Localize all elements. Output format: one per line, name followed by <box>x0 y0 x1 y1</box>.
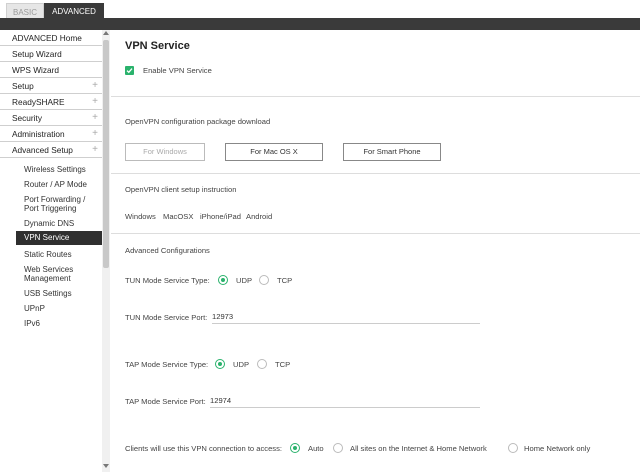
top-bar <box>0 18 640 30</box>
tap-port-input[interactable] <box>210 394 480 408</box>
tap-udp-label: UDP <box>233 360 250 369</box>
expand-icon: + <box>92 128 98 139</box>
tun-tcp-label: TCP <box>277 276 293 285</box>
sidebar-subitem-web-services[interactable]: Web Services <box>16 265 102 274</box>
sidebar-item-readyshare[interactable]: ReadySHARE + <box>0 94 103 110</box>
divider <box>111 233 640 234</box>
sidebar-item-administration[interactable]: Administration + <box>0 126 103 142</box>
page-title: VPN Service <box>125 40 190 52</box>
advanced-configurations-heading: Advanced Configurations <box>125 246 210 255</box>
for-mac-button[interactable]: For Mac OS X <box>225 143 323 161</box>
sidebar-subitem-upnp[interactable]: UPnP <box>16 304 102 313</box>
access-home-only-label: Home Network only <box>524 444 591 453</box>
expand-icon: + <box>92 144 98 155</box>
enable-vpn-checkbox[interactable] <box>125 66 134 75</box>
access-all-sites-radio[interactable] <box>333 443 343 453</box>
link-android[interactable]: Android <box>246 212 272 221</box>
tap-tcp-radio[interactable] <box>257 359 267 369</box>
access-label: Clients will use this VPN connection to … <box>125 444 283 453</box>
scroll-down-arrow-icon[interactable] <box>103 464 109 468</box>
tap-tcp-label: TCP <box>275 360 291 369</box>
expand-icon: + <box>92 80 98 91</box>
sidebar-subitem-vpn-service[interactable]: VPN Service <box>16 231 102 245</box>
sidebar-item-advanced-home[interactable]: ADVANCED Home <box>0 30 103 46</box>
sidebar-item-setup-wizard[interactable]: Setup Wizard <box>0 46 103 62</box>
for-windows-button[interactable]: For Windows <box>125 143 205 161</box>
tun-port-label: TUN Mode Service Port: <box>125 313 208 322</box>
sidebar-item-wps-wizard[interactable]: WPS Wizard <box>0 62 103 78</box>
access-home-only-radio[interactable] <box>508 443 518 453</box>
link-windows[interactable]: Windows <box>125 212 156 221</box>
scroll-up-arrow-icon[interactable] <box>103 31 109 35</box>
link-iphone-ipad[interactable]: iPhone/iPad <box>200 212 241 221</box>
tun-tcp-radio[interactable] <box>259 275 269 285</box>
sidebar-subitem-wireless-settings[interactable]: Wireless Settings <box>16 165 102 174</box>
sidebar-subitem-management[interactable]: Management <box>16 274 102 283</box>
tap-udp-radio[interactable] <box>215 359 225 369</box>
sidebar-subitem-port-forwarding[interactable]: Port Forwarding / <box>16 195 102 204</box>
link-macosx[interactable]: MacOSX <box>163 212 193 221</box>
tun-type-label: TUN Mode Service Type: <box>125 276 210 285</box>
sidebar-subitem-dynamic-dns[interactable]: Dynamic DNS <box>16 219 102 228</box>
expand-icon: + <box>92 112 98 123</box>
tun-port-input[interactable] <box>212 310 480 324</box>
sidebar-subitem-ipv6[interactable]: IPv6 <box>16 319 102 328</box>
sidebar-subitem-static-routes[interactable]: Static Routes <box>16 250 102 259</box>
tun-udp-label: UDP <box>236 276 253 285</box>
sidebar-item-security[interactable]: Security + <box>0 110 103 126</box>
expand-icon: + <box>92 96 98 107</box>
for-smart-phone-button[interactable]: For Smart Phone <box>343 143 441 161</box>
tap-type-label: TAP Mode Service Type: <box>125 360 209 369</box>
sidebar-item-setup[interactable]: Setup + <box>0 78 103 94</box>
tun-udp-radio[interactable] <box>218 275 228 285</box>
client-setup-heading: OpenVPN client setup instruction <box>125 185 237 194</box>
main-panel: VPN Service Enable VPN Service OpenVPN c… <box>111 30 640 472</box>
access-auto-label: Auto <box>308 444 324 453</box>
sidebar: ADVANCED Home Setup Wizard WPS Wizard Se… <box>0 30 110 472</box>
sidebar-subitem-port-triggering[interactable]: Port Triggering <box>16 204 102 213</box>
access-auto-radio[interactable] <box>290 443 300 453</box>
access-all-sites-label: All sites on the Internet & Home Network <box>350 444 487 453</box>
sidebar-item-advanced-setup[interactable]: Advanced Setup + <box>0 142 103 158</box>
package-download-heading: OpenVPN configuration package download <box>125 117 271 126</box>
checkmark-icon <box>126 68 133 74</box>
top-tabs: BASIC ADVANCED <box>0 0 640 20</box>
tap-port-label: TAP Mode Service Port: <box>125 397 206 406</box>
divider <box>111 173 640 174</box>
sidebar-subitem-router-ap-mode[interactable]: Router / AP Mode <box>16 180 102 189</box>
sidebar-subitem-usb-settings[interactable]: USB Settings <box>16 289 102 298</box>
enable-vpn-label: Enable VPN Service <box>143 66 212 75</box>
divider <box>111 96 640 97</box>
sidebar-scroll-thumb[interactable] <box>103 40 109 268</box>
